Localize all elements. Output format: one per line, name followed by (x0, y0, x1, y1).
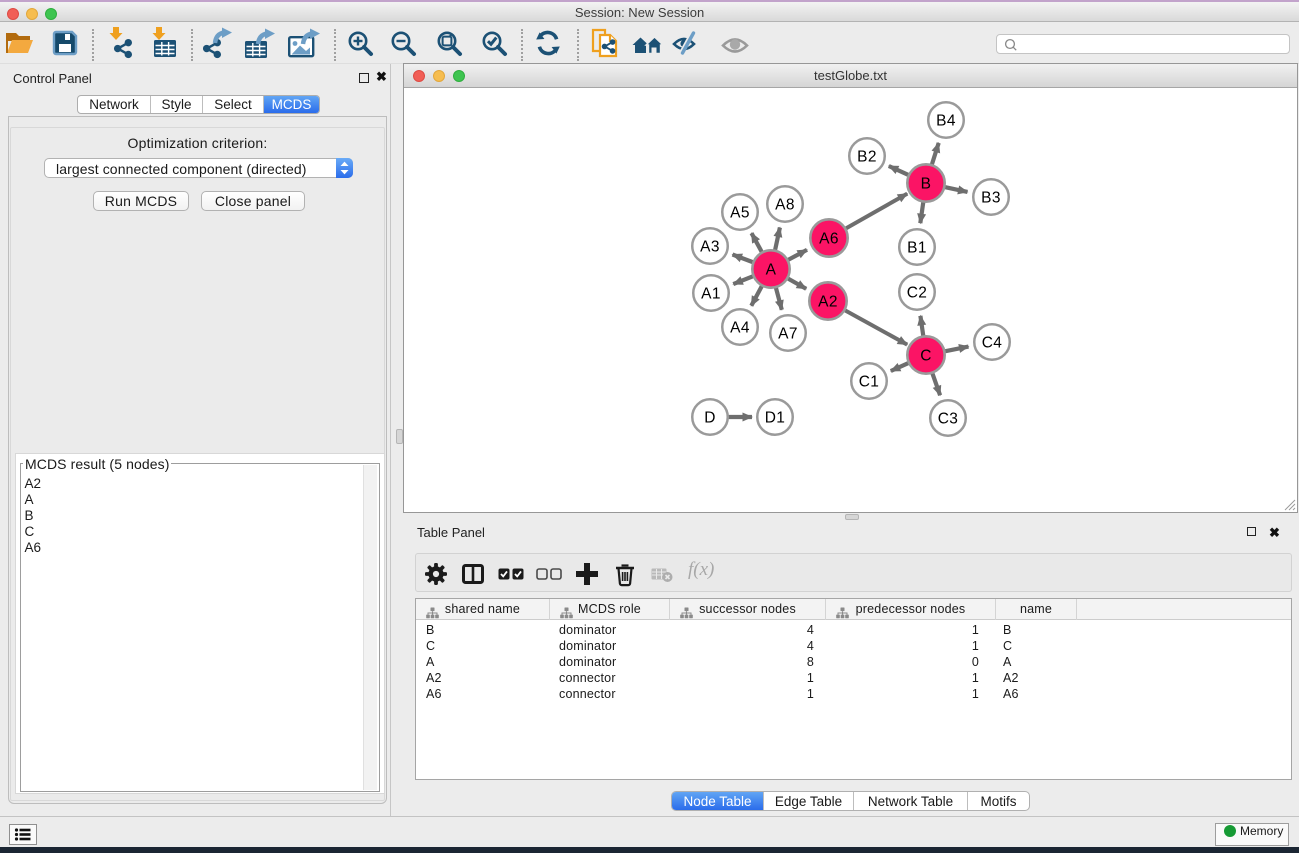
svg-text:C1: C1 (859, 373, 880, 390)
svg-text:A6: A6 (819, 230, 839, 247)
svg-text:B3: B3 (981, 189, 1001, 206)
svg-text:A5: A5 (730, 204, 750, 221)
svg-text:C3: C3 (938, 410, 959, 427)
svg-text:A1: A1 (701, 285, 721, 302)
svg-text:D1: D1 (765, 409, 786, 426)
svg-text:C2: C2 (907, 284, 928, 301)
svg-text:A2: A2 (818, 293, 838, 310)
svg-text:D: D (704, 409, 716, 426)
svg-text:A3: A3 (700, 238, 720, 255)
svg-text:C: C (920, 347, 932, 364)
svg-text:B1: B1 (907, 239, 927, 256)
svg-text:A: A (766, 261, 777, 278)
svg-text:B4: B4 (936, 112, 956, 129)
svg-text:A8: A8 (775, 196, 795, 213)
svg-text:B2: B2 (857, 148, 877, 165)
svg-text:B: B (921, 175, 932, 192)
svg-text:C4: C4 (982, 334, 1003, 351)
svg-text:A7: A7 (778, 325, 798, 342)
svg-text:A4: A4 (730, 319, 750, 336)
